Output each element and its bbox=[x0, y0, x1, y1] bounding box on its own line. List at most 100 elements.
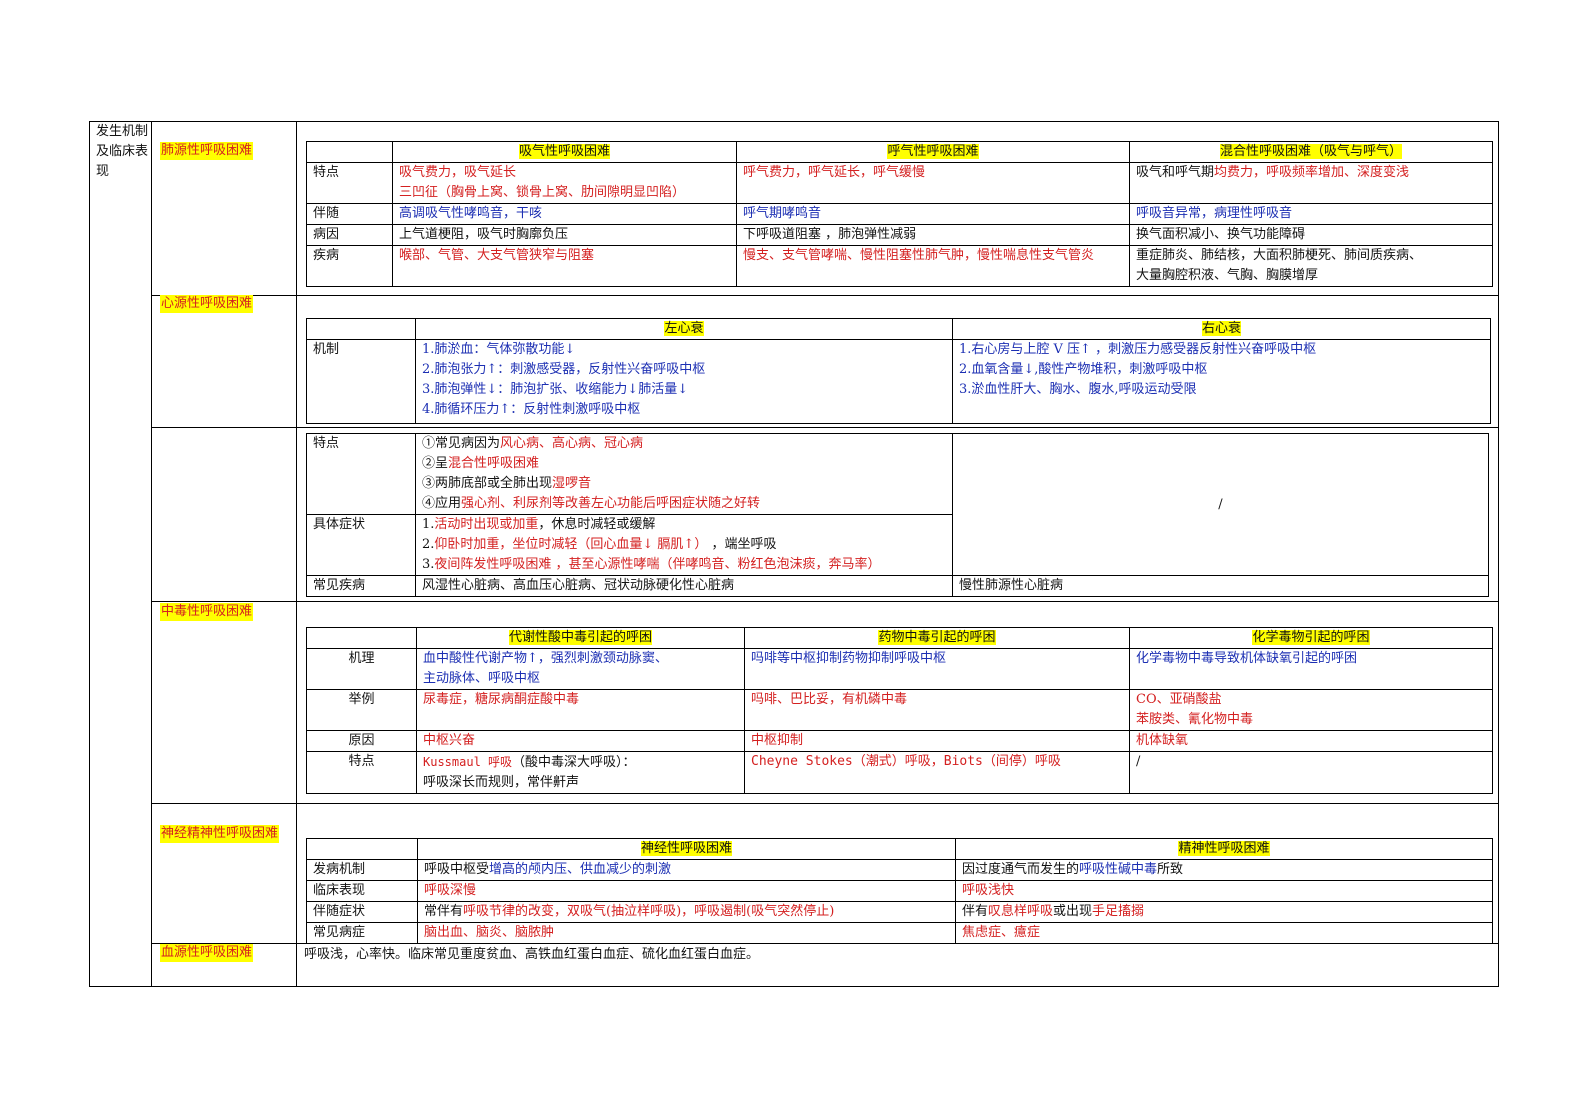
table-cell: 喉部、气管、大支气管狭窄与阻塞 bbox=[392, 245, 737, 287]
category-blood: 血源性呼吸困难 bbox=[160, 944, 254, 962]
table-row: 机制 1.肺淤血：气体弥散功能↓ 2.肺泡张力↑：刺激感受器，反射性兴奋呼吸中枢 … bbox=[306, 339, 1491, 424]
header-cell-empty bbox=[306, 627, 417, 649]
table-row: 常见疾病 风湿性心脏病、高血压心脏病、冠状动脉硬化性心脏病 慢性肺源性心脏病 bbox=[306, 575, 1489, 597]
table-cell: 尿毒症，糖尿病酮症酸中毒 bbox=[416, 689, 745, 731]
table-cell: 机体缺氧 bbox=[1129, 730, 1493, 752]
row-label: 常见病症 bbox=[306, 922, 418, 944]
table-row: 伴随 高调吸气性哮鸣音，干咳 呼气期哮鸣音 呼吸音异常，病理性呼吸音 bbox=[306, 203, 1493, 225]
header-cell: 药物中毒引起的呼困 bbox=[744, 627, 1130, 649]
header-cell: 右心衰 bbox=[952, 318, 1491, 340]
table-row: 原因 中枢兴奋 中枢抑制 机体缺氧 bbox=[306, 730, 1493, 752]
table-row: 发病机制 呼吸中枢受增高的颅内压、供血减少的刺激 因过度通气而发生的呼吸性碱中毒… bbox=[306, 859, 1493, 881]
table-cell: 呼吸中枢受增高的颅内压、供血减少的刺激 bbox=[417, 859, 956, 881]
table-header-row: 吸气性呼吸困难 呼气性呼吸困难 混合性呼吸困难（吸气与呼气） bbox=[306, 141, 1493, 163]
row-label: 伴随症状 bbox=[306, 901, 418, 923]
divider bbox=[151, 427, 1498, 428]
row-label: 发病机制 bbox=[306, 859, 418, 881]
divider bbox=[151, 601, 1498, 602]
table-header-row: 左心衰 右心衰 bbox=[306, 318, 1491, 340]
divider bbox=[296, 122, 297, 986]
table-cell: 中枢抑制 bbox=[744, 730, 1130, 752]
table-cell: ①常见病因为风心病、高心病、冠心病 ②呈混合性呼吸困难 ③两肺底部或全肺出现湿啰… bbox=[415, 433, 953, 515]
lung-table: 吸气性呼吸困难 呼气性呼吸困难 混合性呼吸困难（吸气与呼气） 特点 吸气费力，吸… bbox=[306, 141, 1493, 287]
table-cell: 上气道梗阻，吸气时胸廓负压 bbox=[392, 224, 737, 246]
table-cell: 慢性肺源性心脏病 bbox=[952, 575, 1489, 597]
table-cell: 血中酸性代谢产物↑，强烈刺激颈动脉窦、 主动脉体、呼吸中枢 bbox=[416, 648, 745, 690]
table-cell: Cheyne Stokes（潮式）呼吸，Biots（间停）呼吸 bbox=[744, 751, 1130, 794]
table-header-row: 神经性呼吸困难 精神性呼吸困难 bbox=[306, 838, 1493, 860]
table-row: 疾病 喉部、气管、大支气管狭窄与阻塞 慢支、支气管哮喘、慢性阻塞性肺气肿，慢性喘… bbox=[306, 245, 1493, 287]
header-cell: 化学毒物引起的呼困 bbox=[1129, 627, 1493, 649]
section-label: 发生机制及临床表现 bbox=[96, 124, 149, 179]
table-row: 特点 ①常见病因为风心病、高心病、冠心病 ②呈混合性呼吸困难 ③两肺底部或全肺出… bbox=[306, 433, 1489, 576]
header-cell: 混合性呼吸困难（吸气与呼气） bbox=[1129, 141, 1493, 163]
table-cell: 吗啡等中枢抑制药物抑制呼吸中枢 bbox=[744, 648, 1130, 690]
table-cell: 1.活动时出现或加重，休息时减轻或缓解 2.仰卧时加重，坐位时减轻（回心血量↓ … bbox=[415, 514, 953, 576]
table-cell: 化学毒物中毒导致机体缺氧引起的呼困 bbox=[1129, 648, 1493, 690]
header-cell-empty bbox=[306, 141, 393, 163]
header-cell-empty bbox=[306, 318, 416, 340]
table-cell: 中枢兴奋 bbox=[416, 730, 745, 752]
table-cell: 高调吸气性哮鸣音，干咳 bbox=[392, 203, 737, 225]
row-label: 病因 bbox=[306, 224, 393, 246]
table-cell: 呼气费力，呼气延长，呼气缓慢 bbox=[736, 162, 1130, 204]
table-cell: 风湿性心脏病、高血压心脏病、冠状动脉硬化性心脏病 bbox=[415, 575, 953, 597]
table-cell: 因过度通气而发生的呼吸性碱中毒所致 bbox=[955, 859, 1493, 881]
table-row: 举例 尿毒症，糖尿病酮症酸中毒 吗啡、巴比妥，有机磷中毒 CO、亚硝酸盐 苯胺类、… bbox=[306, 689, 1493, 731]
table-row: 特点 Kussmaul 呼吸（酸中毒深大呼吸）： 呼吸深长而规则，常伴鼾声 Ch… bbox=[306, 751, 1493, 794]
table-cell: 脑出血、脑炎、脑脓肿 bbox=[417, 922, 956, 944]
row-label: 伴随 bbox=[306, 203, 393, 225]
table-cell: 呼气期哮鸣音 bbox=[736, 203, 1130, 225]
category-heart: 心源性呼吸困难 bbox=[160, 295, 254, 313]
table-cell: / bbox=[1129, 751, 1493, 794]
table-header-row: 代谢性酸中毒引起的呼困 药物中毒引起的呼困 化学毒物引起的呼困 bbox=[306, 627, 1493, 649]
row-label: 特点 bbox=[306, 162, 393, 204]
table-cell: 焦虑症、癔症 bbox=[955, 922, 1493, 944]
header-cell: 精神性呼吸困难 bbox=[955, 838, 1493, 860]
table-cell: 下呼吸道阻塞 ，肺泡弹性减弱 bbox=[736, 224, 1130, 246]
row-label: 常见疾病 bbox=[306, 575, 416, 597]
row-label: 疾病 bbox=[306, 245, 393, 287]
divider bbox=[151, 803, 1498, 804]
table-row: 伴随症状 常伴有呼吸节律的改变，双吸气(抽泣样呼吸)，呼吸遏制(吸气突然停止) … bbox=[306, 901, 1493, 923]
header-cell: 代谢性酸中毒引起的呼困 bbox=[416, 627, 745, 649]
blood-description: 呼吸浅，心率快。临床常见重度贫血、高铁血红蛋白血症、硫化血红蛋白血症。 bbox=[304, 947, 760, 962]
header-cell: 吸气性呼吸困难 bbox=[392, 141, 737, 163]
header-cell: 神经性呼吸困难 bbox=[417, 838, 956, 860]
table-cell: 吸气和呼气期均费力，呼吸频率增加、深度变浅 bbox=[1129, 162, 1493, 204]
table-cell: 吗啡、巴比妥，有机磷中毒 bbox=[744, 689, 1130, 731]
row-label: 特点 bbox=[306, 433, 416, 515]
table-row: 常见病症 脑出血、脑炎、脑脓肿 焦虑症、癔症 bbox=[306, 922, 1493, 944]
table-cell: 常伴有呼吸节律的改变，双吸气(抽泣样呼吸)，呼吸遏制(吸气突然停止) bbox=[417, 901, 956, 923]
table-cell: Kussmaul 呼吸（酸中毒深大呼吸）： 呼吸深长而规则，常伴鼾声 bbox=[416, 751, 745, 794]
table-row: 机理 血中酸性代谢产物↑，强烈刺激颈动脉窦、 主动脉体、呼吸中枢 吗啡等中枢抑制药… bbox=[306, 648, 1493, 690]
table-cell: / bbox=[952, 433, 1489, 576]
row-label: 机理 bbox=[306, 648, 417, 690]
category-toxic: 中毒性呼吸困难 bbox=[160, 603, 254, 621]
heart-feature-table: 特点 ①常见病因为风心病、高心病、冠心病 ②呈混合性呼吸困难 ③两肺底部或全肺出… bbox=[306, 433, 1489, 597]
header-cell: 左心衰 bbox=[415, 318, 953, 340]
row-label: 原因 bbox=[306, 730, 417, 752]
table-cell: 1.肺淤血：气体弥散功能↓ 2.肺泡张力↑：刺激感受器，反射性兴奋呼吸中枢 3.肺… bbox=[415, 339, 953, 424]
table-cell: 呼吸深慢 bbox=[417, 880, 956, 902]
row-label: 特点 bbox=[306, 751, 417, 794]
divider bbox=[151, 122, 152, 986]
header-cell: 呼气性呼吸困难 bbox=[736, 141, 1130, 163]
table-cell: 伴有叹息样呼吸或出现手足搐搦 bbox=[955, 901, 1493, 923]
table-row: 临床表现 呼吸深慢 呼吸浅快 bbox=[306, 880, 1493, 902]
table-cell: 呼吸浅快 bbox=[955, 880, 1493, 902]
table-cell: 呼吸音异常，病理性呼吸音 bbox=[1129, 203, 1493, 225]
table-cell: CO、亚硝酸盐 苯胺类、氰化物中毒 bbox=[1129, 689, 1493, 731]
table-cell: 1.右心房与上腔 V 压↑ ，刺激压力感受器反射性兴奋呼吸中枢 2.血氧含量↓,酸… bbox=[952, 339, 1491, 424]
table-row: 病因 上气道梗阻，吸气时胸廓负压 下呼吸道阻塞 ，肺泡弹性减弱 换气面积减小、换… bbox=[306, 224, 1493, 246]
row-label: 具体症状 bbox=[306, 514, 416, 576]
heart-mechanism-table: 左心衰 右心衰 机制 1.肺淤血：气体弥散功能↓ 2.肺泡张力↑：刺激感受器，反射… bbox=[306, 318, 1491, 424]
table-cell: 慢支、支气管哮喘、慢性阻塞性肺气肿，慢性喘息性支气管炎 bbox=[736, 245, 1130, 287]
neuro-table: 神经性呼吸困难 精神性呼吸困难 发病机制 呼吸中枢受增高的颅内压、供血减少的刺激… bbox=[306, 838, 1493, 944]
table-cell: 吸气费力，吸气延长 三凹征（胸骨上窝、锁骨上窝、肋间隙明显凹陷） bbox=[392, 162, 737, 204]
category-lung: 肺源性呼吸困难 bbox=[160, 142, 254, 160]
category-neuro: 神经精神性呼吸困难 bbox=[160, 825, 280, 843]
toxic-table: 代谢性酸中毒引起的呼困 药物中毒引起的呼困 化学毒物引起的呼困 机理 血中酸性代… bbox=[306, 627, 1493, 794]
table-cell: 换气面积减小、换气功能障碍 bbox=[1129, 224, 1493, 246]
row-label: 机制 bbox=[306, 339, 416, 424]
